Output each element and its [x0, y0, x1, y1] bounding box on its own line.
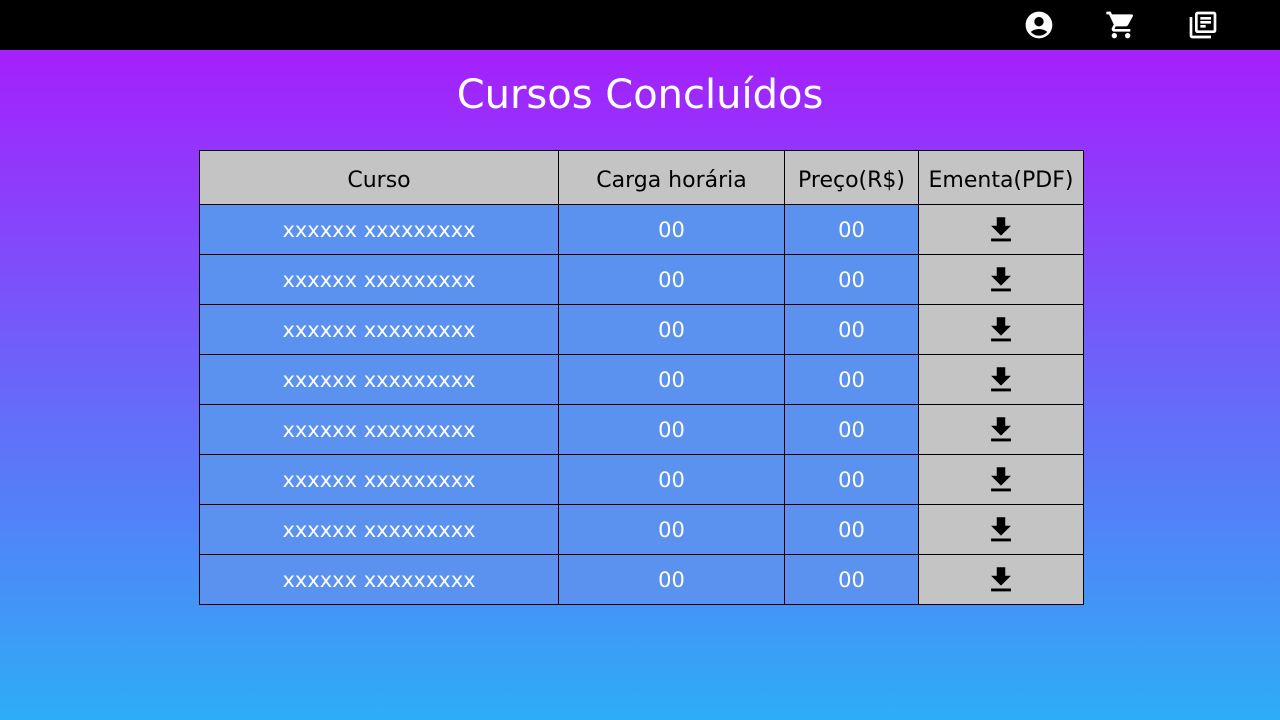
price-cell: 00: [784, 404, 919, 455]
syllabus-cell: [918, 304, 1084, 355]
syllabus-cell: [918, 254, 1084, 305]
download-icon[interactable]: [983, 512, 1019, 548]
price-cell: 00: [784, 354, 919, 405]
course-name-cell: xxxxxx xxxxxxxxx: [199, 554, 559, 605]
column-header-preco: Preço(R$): [784, 150, 919, 205]
workload-cell: 00: [558, 254, 785, 305]
course-name-cell: xxxxxx xxxxxxxxx: [199, 504, 559, 555]
library-books-icon[interactable]: [1187, 9, 1219, 41]
top-navigation-bar: [0, 0, 1280, 50]
download-icon[interactable]: [983, 262, 1019, 298]
table-row: xxxxxx xxxxxxxxx 00 00: [199, 204, 1084, 255]
table-row: xxxxxx xxxxxxxxx 00 00: [199, 504, 1084, 555]
workload-cell: 00: [558, 554, 785, 605]
price-cell: 00: [784, 554, 919, 605]
download-icon[interactable]: [983, 212, 1019, 248]
page-title: Cursos Concluídos: [456, 72, 824, 118]
workload-cell: 00: [558, 304, 785, 355]
course-name-cell: xxxxxx xxxxxxxxx: [199, 304, 559, 355]
download-icon[interactable]: [983, 562, 1019, 598]
completed-courses-table: Curso Carga horária Preço(R$) Ementa(PDF…: [199, 150, 1084, 605]
column-header-carga-horaria: Carga horária: [558, 150, 785, 205]
course-name-cell: xxxxxx xxxxxxxxx: [199, 454, 559, 505]
price-cell: 00: [784, 304, 919, 355]
syllabus-cell: [918, 554, 1084, 605]
price-cell: 00: [784, 254, 919, 305]
course-name-cell: xxxxxx xxxxxxxxx: [199, 204, 559, 255]
account-circle-icon[interactable]: [1023, 9, 1055, 41]
workload-cell: 00: [558, 504, 785, 555]
column-header-curso: Curso: [199, 150, 559, 205]
syllabus-cell: [918, 354, 1084, 405]
column-header-ementa: Ementa(PDF): [918, 150, 1084, 205]
download-icon[interactable]: [983, 412, 1019, 448]
syllabus-cell: [918, 204, 1084, 255]
course-name-cell: xxxxxx xxxxxxxxx: [199, 254, 559, 305]
table-header-row: Curso Carga horária Preço(R$) Ementa(PDF…: [199, 150, 1084, 205]
download-icon[interactable]: [983, 462, 1019, 498]
syllabus-cell: [918, 504, 1084, 555]
syllabus-cell: [918, 404, 1084, 455]
table-row: xxxxxx xxxxxxxxx 00 00: [199, 404, 1084, 455]
table-row: xxxxxx xxxxxxxxx 00 00: [199, 304, 1084, 355]
workload-cell: 00: [558, 204, 785, 255]
workload-cell: 00: [558, 454, 785, 505]
price-cell: 00: [784, 204, 919, 255]
table-row: xxxxxx xxxxxxxxx 00 00: [199, 454, 1084, 505]
workload-cell: 00: [558, 354, 785, 405]
price-cell: 00: [784, 454, 919, 505]
table-row: xxxxxx xxxxxxxxx 00 00: [199, 254, 1084, 305]
table-row: xxxxxx xxxxxxxxx 00 00: [199, 354, 1084, 405]
shopping-cart-icon[interactable]: [1105, 9, 1137, 41]
workload-cell: 00: [558, 404, 785, 455]
syllabus-cell: [918, 454, 1084, 505]
download-icon[interactable]: [983, 362, 1019, 398]
course-name-cell: xxxxxx xxxxxxxxx: [199, 354, 559, 405]
price-cell: 00: [784, 504, 919, 555]
course-name-cell: xxxxxx xxxxxxxxx: [199, 404, 559, 455]
download-icon[interactable]: [983, 312, 1019, 348]
table-row: xxxxxx xxxxxxxxx 00 00: [199, 554, 1084, 605]
